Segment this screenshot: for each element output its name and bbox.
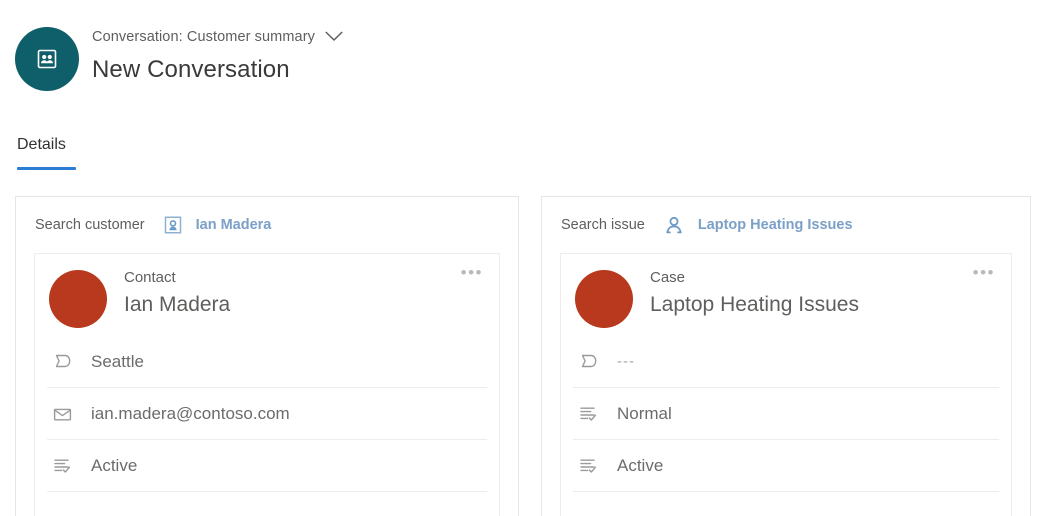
contact-overflow-menu-button[interactable]: ••• — [461, 264, 483, 281]
contact-entity-name: Ian Madera — [124, 293, 231, 316]
contact-row-location: Seattle — [47, 336, 487, 388]
contact-header: Contact Ian Madera ••• — [35, 254, 499, 336]
status-list-icon — [573, 457, 603, 474]
page-title: New Conversation — [92, 56, 290, 83]
conversation-avatar-icon — [34, 46, 60, 72]
contact-entity-type: Contact — [124, 269, 176, 286]
case-entity-name: Laptop Heating Issues — [650, 293, 859, 316]
case-overflow-menu-button[interactable]: ••• — [973, 264, 995, 281]
status-list-icon — [573, 405, 603, 422]
tab-strip: Details — [0, 136, 1044, 174]
cards-area: Search customer Ian Madera Contact Ian M… — [0, 196, 1044, 516]
case-row-status: Active — [573, 440, 999, 492]
customer-search-row: Search customer Ian Madera — [16, 197, 518, 253]
issue-search-row: Search issue Laptop Heating Issues — [542, 197, 1030, 253]
status-list-icon — [47, 457, 77, 474]
header-text-block: Conversation: Customer summary New Conve… — [92, 26, 343, 84]
case-row-priority: Normal — [573, 388, 999, 440]
email-icon — [47, 406, 77, 421]
customer-card: Search customer Ian Madera Contact Ian M… — [15, 196, 519, 516]
search-customer-label: Search customer — [35, 217, 145, 233]
contact-detail-rows: Seattle ian.madera@contoso.com Active — [35, 336, 499, 492]
contact-email-value: ian.madera@contoso.com — [91, 403, 290, 423]
chevron-down-icon[interactable] — [325, 29, 343, 47]
conversation-avatar — [15, 27, 79, 91]
customer-link[interactable]: Ian Madera — [196, 217, 272, 233]
case-priority-value: Normal — [617, 403, 672, 423]
contact-card-icon — [163, 215, 183, 235]
case-detail-rows: --- Normal Active — [561, 336, 1011, 492]
case-avatar — [575, 270, 633, 328]
contact-row-status: Active — [47, 440, 487, 492]
app-header: Conversation: Customer summary New Conve… — [0, 0, 1044, 112]
contact-summary-panel: Contact Ian Madera ••• Seattle ian.mader… — [34, 253, 500, 516]
location-flag-icon — [47, 353, 77, 370]
conversation-type-row[interactable]: Conversation: Customer summary — [92, 26, 343, 48]
case-entity-type: Case — [650, 269, 686, 286]
conversation-subtitle: Conversation: Customer summary — [92, 29, 315, 45]
contact-title-block: Contact Ian Madera — [124, 268, 230, 319]
case-row-location: --- — [573, 336, 999, 388]
tab-details[interactable]: Details — [17, 136, 66, 163]
contact-location-value: Seattle — [91, 351, 144, 371]
contact-status-value: Active — [91, 455, 138, 475]
case-header: Case Laptop Heating Issues ••• — [561, 254, 1011, 336]
tab-active-indicator — [17, 167, 76, 170]
case-location-value: --- — [617, 353, 635, 370]
contact-row-email: ian.madera@contoso.com — [47, 388, 487, 440]
person-icon — [663, 215, 685, 235]
issue-link[interactable]: Laptop Heating Issues — [698, 217, 853, 233]
case-title-block: Case Laptop Heating Issues — [650, 268, 859, 319]
contact-avatar — [49, 270, 107, 328]
location-flag-icon — [573, 353, 603, 370]
issue-card: Search issue Laptop Heating Issues Case … — [541, 196, 1031, 516]
case-status-value: Active — [617, 455, 664, 475]
case-summary-panel: Case Laptop Heating Issues ••• --- Norma… — [560, 253, 1012, 516]
search-issue-label: Search issue — [561, 217, 645, 233]
